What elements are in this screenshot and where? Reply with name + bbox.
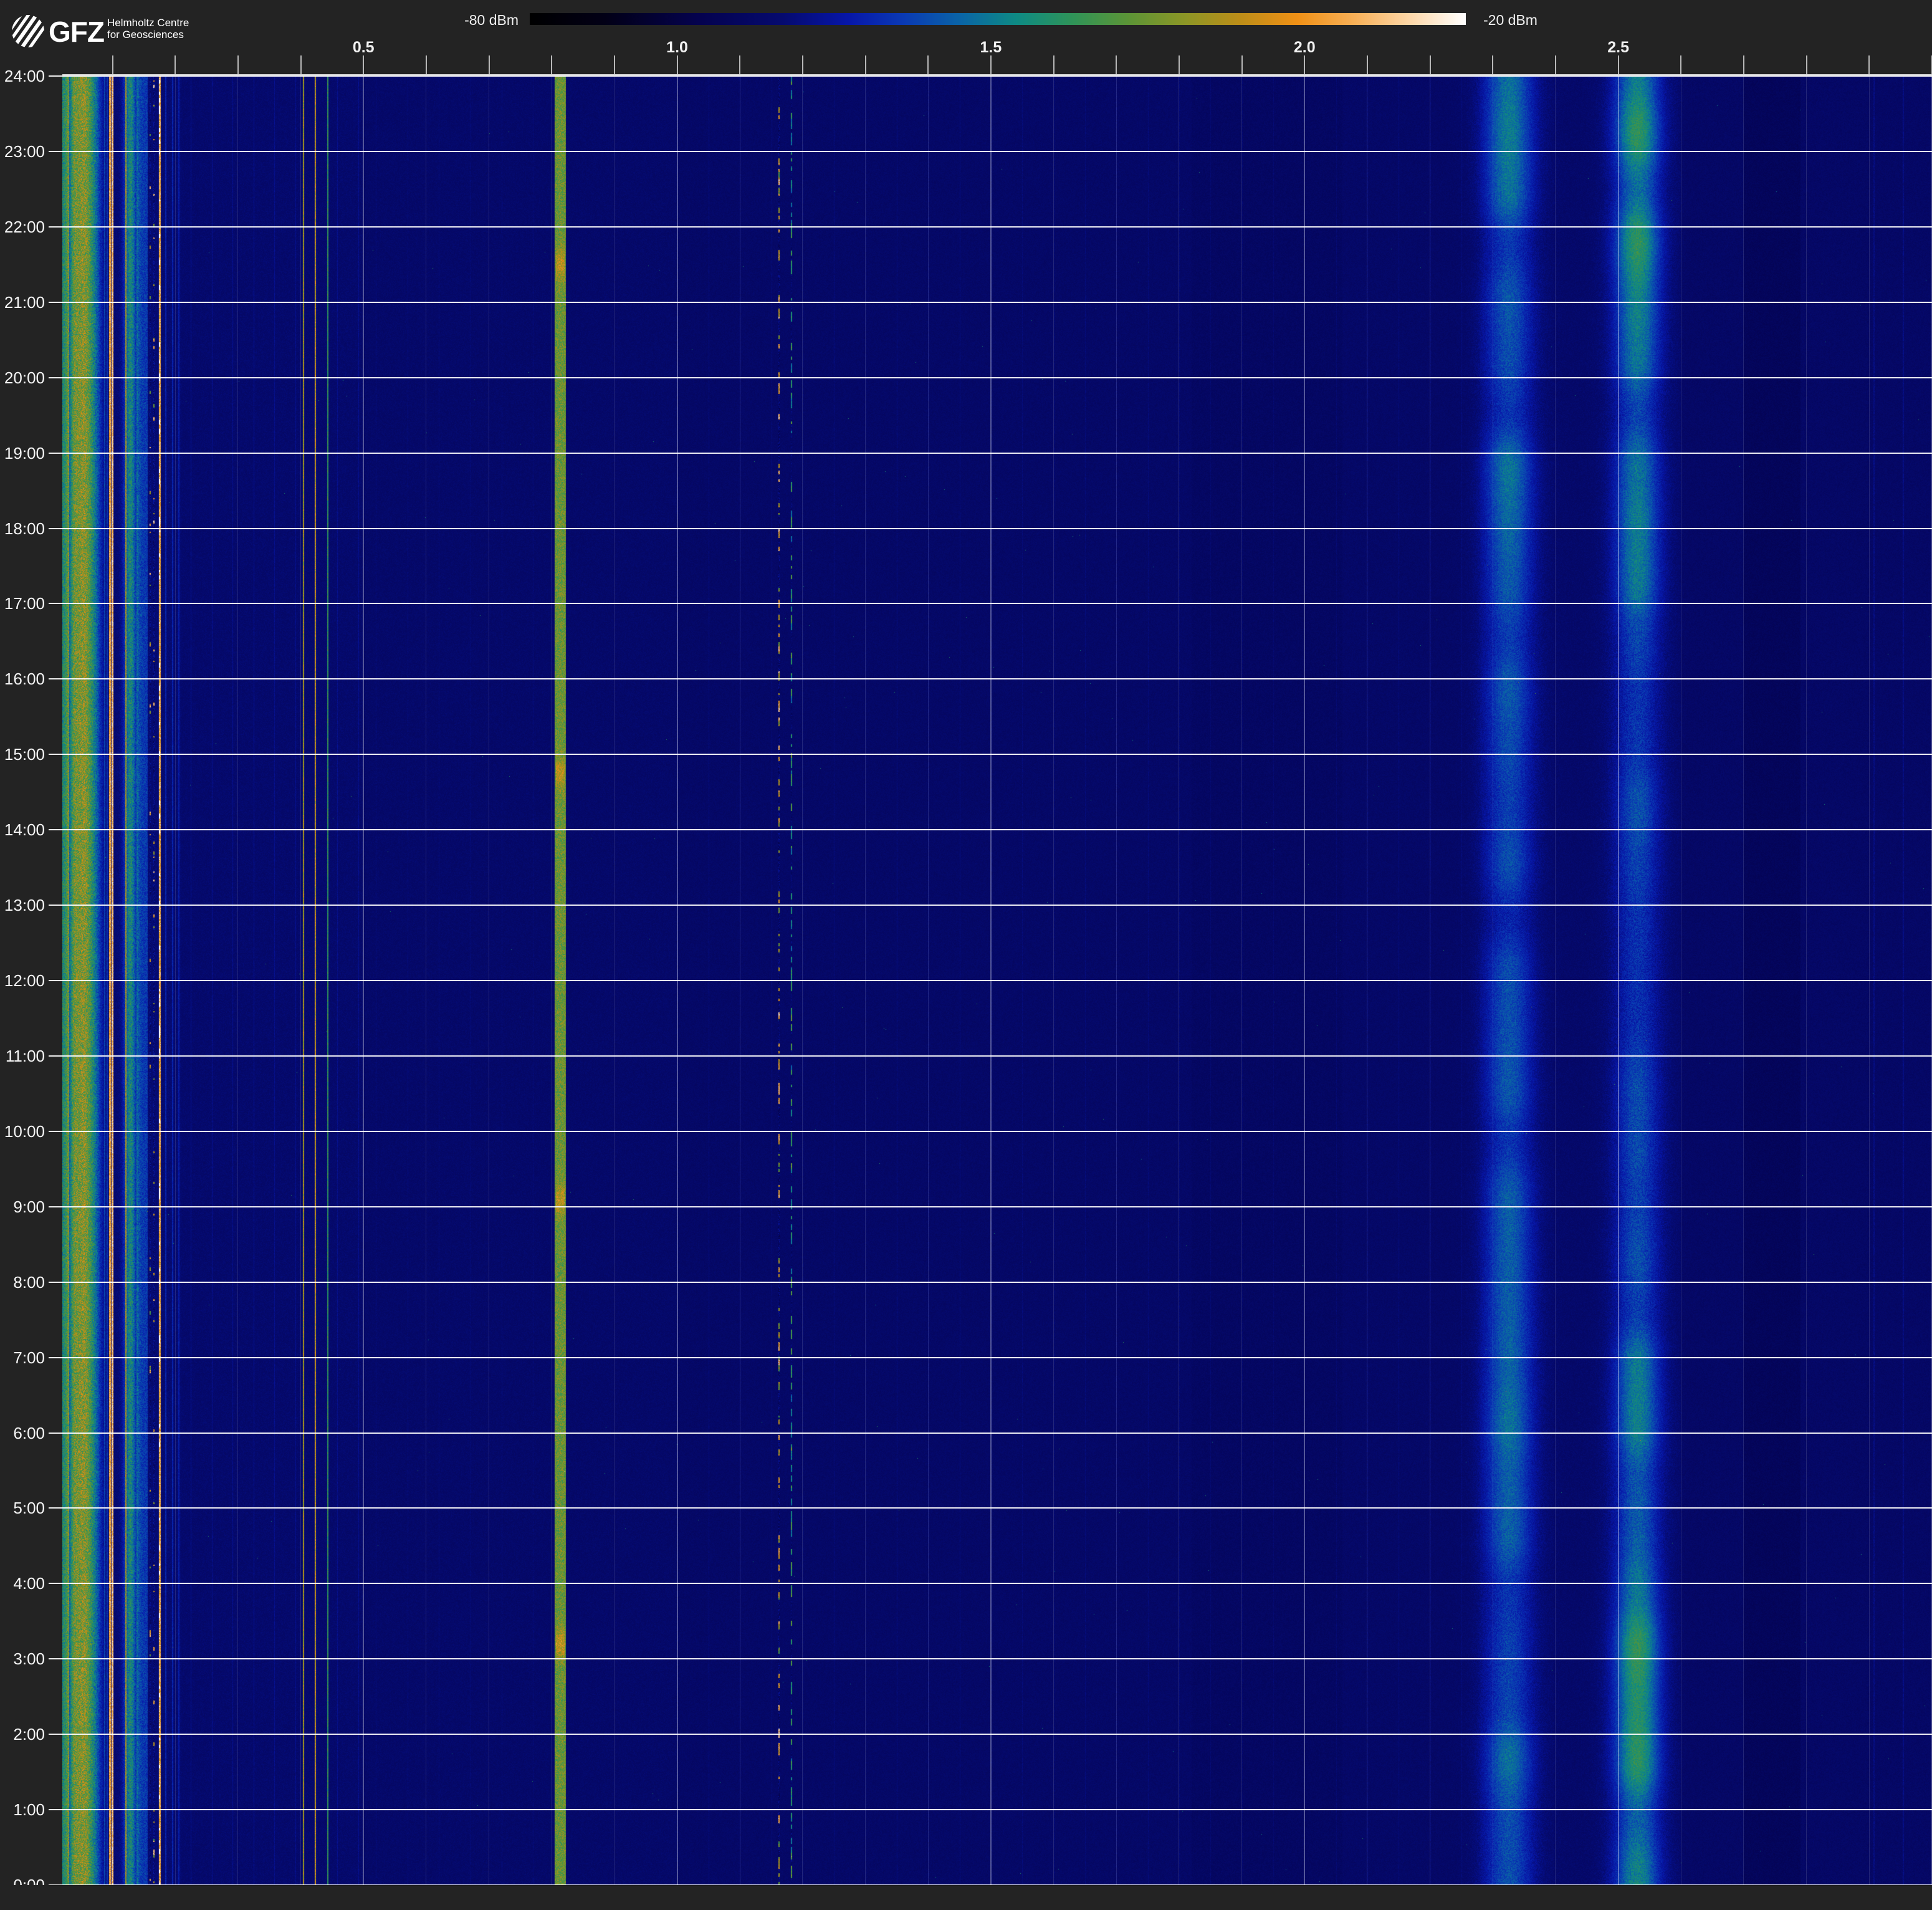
- time-label: 5:00: [0, 1499, 45, 1517]
- time-label: 7:00: [0, 1348, 45, 1367]
- hour-gridline: [49, 377, 1932, 378]
- hour-gridline: [49, 75, 1932, 77]
- x-tick-label: 2.0: [1279, 39, 1329, 57]
- x-tick: [927, 55, 929, 74]
- time-label: 8:00: [0, 1273, 45, 1292]
- colorbar-min-label: -80 dBm: [399, 12, 519, 29]
- hour-gridline: [49, 1357, 1932, 1358]
- x-tick: [112, 55, 113, 74]
- hour-gridline: [49, 302, 1932, 303]
- gfz-logo-icon: [10, 11, 46, 51]
- time-label: 3:00: [0, 1649, 45, 1668]
- x-tick: [1492, 55, 1493, 74]
- header-bar: GFZ Helmholtz Centre for Geosciences -80…: [0, 0, 1932, 76]
- time-label: 21:00: [0, 293, 45, 312]
- x-tick: [1367, 55, 1368, 74]
- x-tick: [426, 55, 427, 74]
- x-tick: [1743, 55, 1744, 74]
- time-label: 15:00: [0, 745, 45, 764]
- hour-gridline: [49, 754, 1932, 755]
- x-tick-label: 0.5: [338, 39, 388, 57]
- hour-gridline: [49, 151, 1932, 152]
- x-tick: [1304, 55, 1305, 74]
- time-label: 2:00: [0, 1725, 45, 1744]
- x-tick: [677, 55, 678, 74]
- colorbar-max-label: -20 dBm: [1483, 12, 1537, 29]
- x-tick: [300, 55, 302, 74]
- footer-bar: https://doi.org/10.5880/GFZ.1.2.2024.003…: [0, 1885, 1932, 1910]
- x-tick: [802, 55, 803, 74]
- time-label: 17:00: [0, 594, 45, 613]
- hour-gridline: [49, 453, 1932, 454]
- logo-subtitle: Helmholtz Centre for Geosciences: [107, 17, 189, 41]
- hour-gridline: [49, 1282, 1932, 1283]
- hour-gridline: [49, 678, 1932, 679]
- time-label: 23:00: [0, 142, 45, 161]
- x-tick: [1430, 55, 1431, 74]
- time-label: 4:00: [0, 1574, 45, 1593]
- x-tick-label: 2.5: [1594, 39, 1643, 57]
- x-tick-label: 1.0: [653, 39, 702, 57]
- x-tick: [614, 55, 615, 74]
- x-tick: [1555, 55, 1556, 74]
- x-tick-label: 1.5: [966, 39, 1016, 57]
- time-label: 1:00: [0, 1800, 45, 1819]
- time-label: 14:00: [0, 820, 45, 839]
- time-label: 22:00: [0, 218, 45, 236]
- x-tick: [1806, 55, 1807, 74]
- logo-subtitle-line1: Helmholtz Centre: [107, 17, 189, 29]
- time-label: 24:00: [0, 67, 45, 85]
- x-tick: [175, 55, 176, 74]
- x-tick: [1053, 55, 1054, 74]
- x-tick: [1618, 55, 1619, 74]
- x-tick: [551, 55, 552, 74]
- time-label: 10:00: [0, 1122, 45, 1141]
- x-tick: [739, 55, 740, 74]
- x-tick: [237, 55, 239, 74]
- logo-acronym: GFZ: [49, 15, 104, 49]
- time-label: 18:00: [0, 519, 45, 538]
- logo-subtitle-line2: for Geosciences: [107, 29, 189, 41]
- hour-gridline: [49, 1055, 1932, 1057]
- hour-gridline: [49, 1583, 1932, 1584]
- x-tick: [1241, 55, 1243, 74]
- hour-gridline: [49, 1206, 1932, 1207]
- x-tick: [990, 55, 992, 74]
- x-tick: [1680, 55, 1681, 74]
- colorbar: [530, 13, 1466, 25]
- hour-gridline: [49, 1432, 1932, 1434]
- hour-gridline: [49, 226, 1932, 228]
- time-label: 19:00: [0, 444, 45, 463]
- hour-gridline: [49, 1734, 1932, 1735]
- hour-gridline: [49, 980, 1932, 981]
- time-label: 11:00: [0, 1047, 45, 1065]
- hour-gridline: [49, 1658, 1932, 1659]
- time-label: 13:00: [0, 896, 45, 914]
- x-tick: [489, 55, 490, 74]
- hour-gridline: [49, 528, 1932, 529]
- x-tick: [363, 55, 364, 74]
- x-tick: [865, 55, 866, 74]
- x-tick: [1868, 55, 1870, 74]
- time-label: 9:00: [0, 1197, 45, 1216]
- hour-gridline: [49, 829, 1932, 830]
- x-tick: [1116, 55, 1117, 74]
- time-label: 12:00: [0, 971, 45, 990]
- hour-gridline: [49, 603, 1932, 604]
- time-label: 20:00: [0, 368, 45, 387]
- time-label: 16:00: [0, 669, 45, 688]
- hour-gridline: [49, 1507, 1932, 1509]
- hour-gridline: [49, 905, 1932, 906]
- time-label: 6:00: [0, 1424, 45, 1442]
- hour-gridline: [49, 1809, 1932, 1810]
- hour-gridline: [49, 1131, 1932, 1132]
- x-tick: [1179, 55, 1180, 74]
